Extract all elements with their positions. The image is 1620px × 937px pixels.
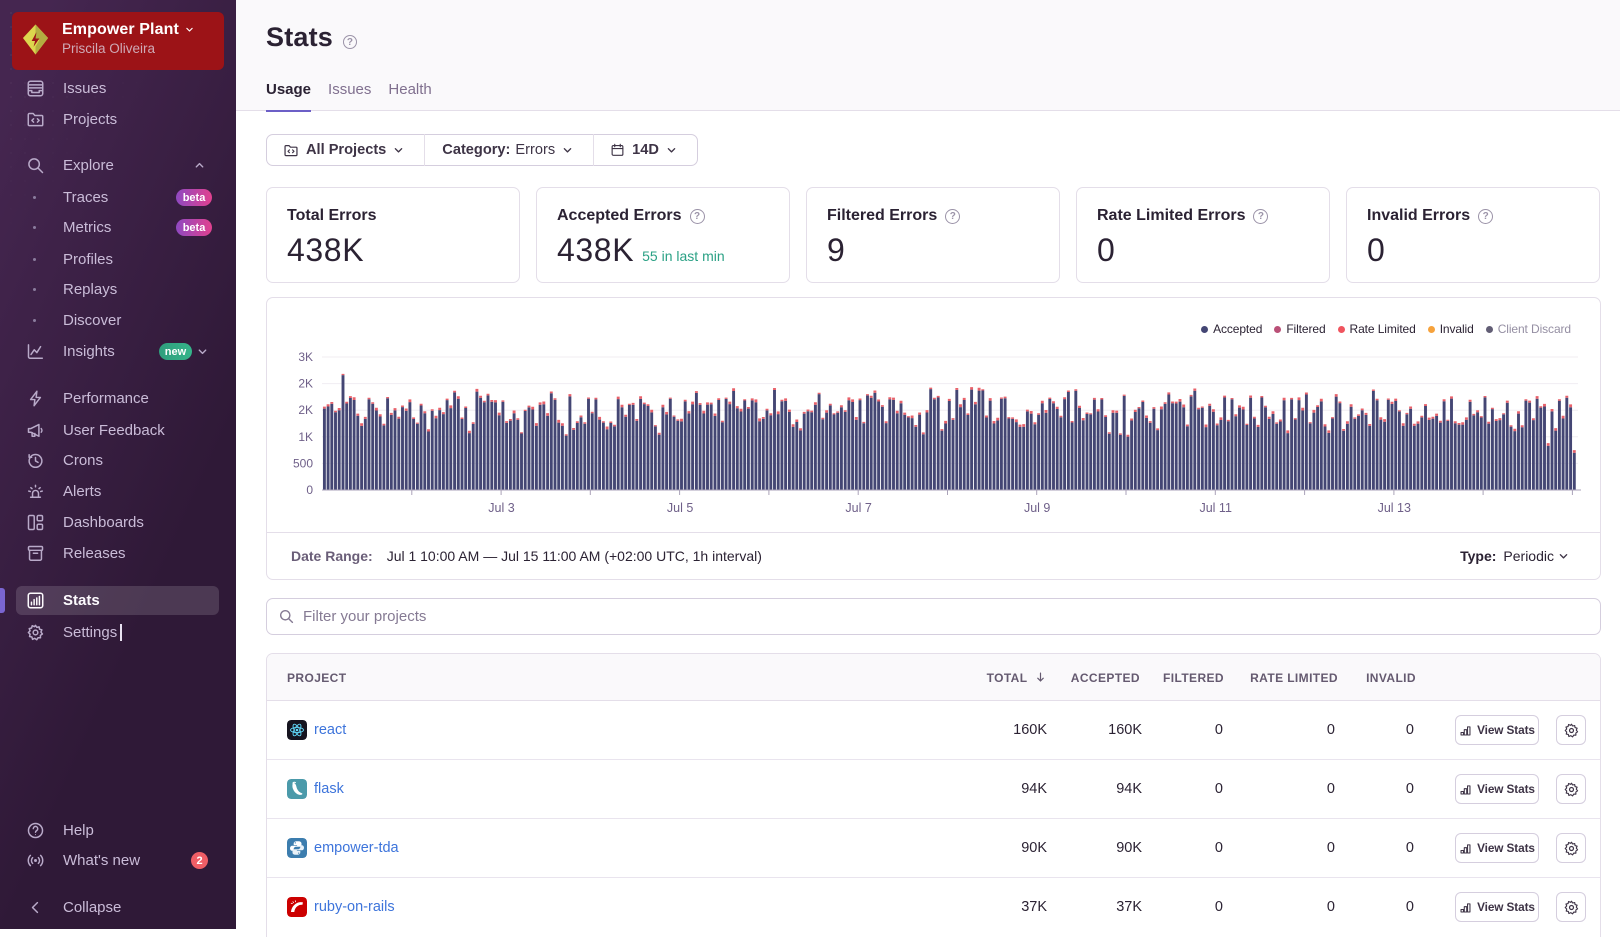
svg-text:2K: 2K [298,377,313,391]
svg-text:Jul 9: Jul 9 [1024,501,1050,515]
svg-text:Jul 5: Jul 5 [667,501,693,515]
svg-text:Jul 11: Jul 11 [1199,501,1231,515]
svg-text:2K: 2K [298,403,313,417]
svg-text:Jul 3: Jul 3 [488,501,514,515]
svg-text:Jul 13: Jul 13 [1378,501,1411,515]
svg-text:0: 0 [306,483,313,497]
svg-text:1K: 1K [298,430,313,444]
svg-text:3K: 3K [298,350,313,364]
svg-text:Jul 7: Jul 7 [845,501,871,515]
svg-text:500: 500 [293,456,313,470]
